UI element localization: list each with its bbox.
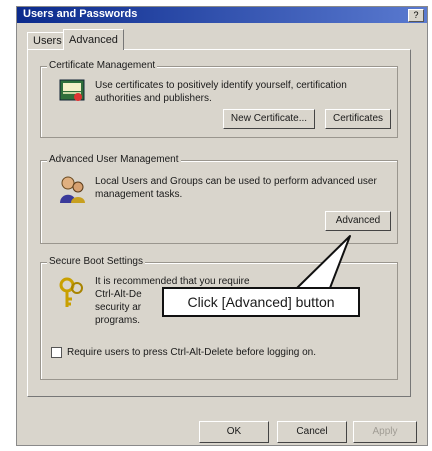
callout-pointer-arrow (296, 235, 351, 289)
